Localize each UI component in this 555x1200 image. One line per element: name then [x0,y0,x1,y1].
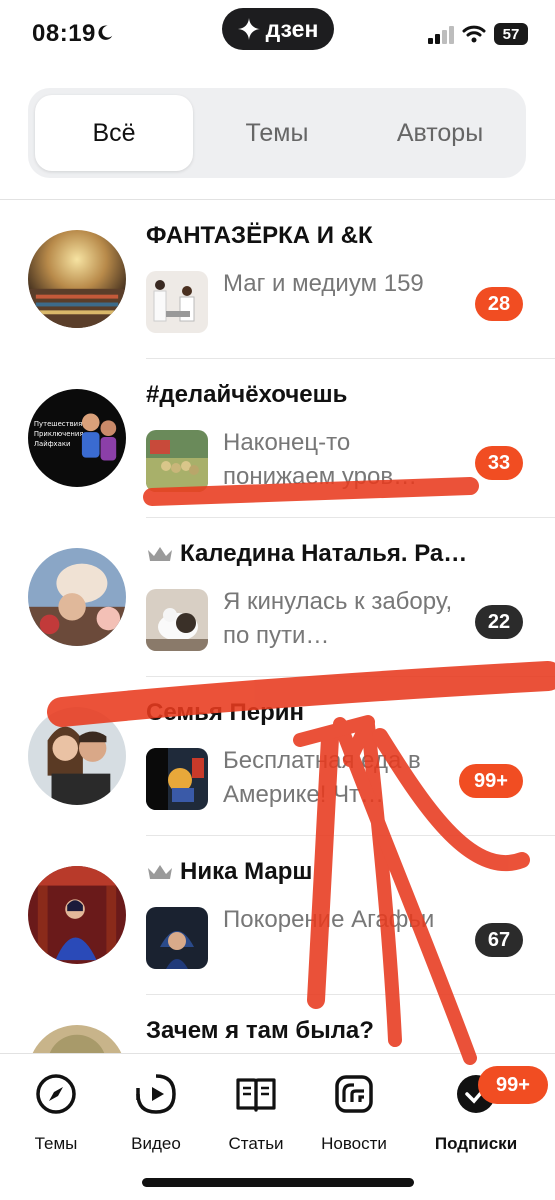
channel-avatar [28,866,126,964]
nav-topics[interactable]: Темы [1,1072,111,1153]
channel-name: #делайчёхочешь [146,381,348,408]
filter-tabs: Всё Темы Авторы [28,88,526,178]
unread-count-badge: 28 [475,287,523,321]
svg-text:Приключения: Приключения [34,430,84,438]
compass-icon [36,1074,76,1114]
crown-icon [148,547,172,561]
unread-count-badge: 33 [475,446,523,480]
subscription-row[interactable]: Зачем я там была? [0,995,555,1053]
home-indicator [142,1178,414,1187]
moon-icon [98,25,113,40]
unread-count-badge: 22 [475,605,523,639]
channel-name: Каледина Наталья. Ра… [146,540,516,568]
post-thumbnail [146,271,208,333]
channel-name: Ника Марш [146,858,516,886]
channel-avatar [28,1025,126,1053]
tab-all[interactable]: Всё [35,95,193,171]
unread-count-badge: 67 [475,923,523,957]
channel-avatar [28,548,126,646]
post-thumbnail [146,589,208,651]
nav-news[interactable]: Новости [299,1072,409,1153]
channel-avatar [28,230,126,328]
post-thumbnail [146,430,208,492]
post-title: Маг и медиум 159 [223,270,424,297]
channel-name: Зачем я там была? [146,1017,374,1044]
subscription-row[interactable]: Каледина Наталья. Ра… Я кинулась к забор… [0,518,555,677]
nav-video[interactable]: Видео [101,1072,211,1153]
svg-text:Лайфхаки: Лайфхаки [34,440,71,448]
book-icon [236,1078,276,1112]
post-thumbnail [146,907,208,969]
subscription-row[interactable]: ФАНТАЗЁРКА И &К Маг и медиум 159 28 [0,200,555,359]
dzen-brand-text: дзен [265,15,319,42]
crown-icon [148,865,172,879]
subscription-row[interactable]: Ника Марш Покорение Агафьи 67 [0,836,555,995]
play-icon [136,1074,176,1114]
post-title: Я кинулась к забору, по пути… [223,588,453,649]
news-icon [335,1075,373,1113]
post-title: Бесплатная еда в Америке! Чт… [223,747,421,808]
wifi-icon [462,25,486,43]
subscriptions-count-badge: 99+ [478,1066,548,1104]
subscription-row[interactable]: Семья Перин Бесплатная еда в Америке! Чт… [0,677,555,836]
channel-avatar [28,707,126,805]
tab-topics[interactable]: Темы [198,95,356,171]
dzen-logo[interactable]: дзен [222,8,334,50]
status-time: 08:19 [32,20,96,47]
channel-name: Семья Перин [146,699,305,726]
tab-authors[interactable]: Авторы [361,95,519,171]
subscriptions-list: ФАНТАЗЁРКА И &К Маг и медиум 159 28 Путе… [0,200,555,1053]
nav-articles[interactable]: Статьи [201,1072,311,1153]
post-title: Наконец-то понижаем уров… [223,429,418,490]
unread-count-badge: 99+ [459,764,523,798]
svg-text:Путешествия: Путешествия [34,420,82,428]
post-title: Покорение Агафьи [223,906,435,933]
dzen-star-icon [237,18,260,40]
signal-icon [428,26,454,44]
battery-icon: 57 [494,23,528,45]
post-thumbnail [146,748,208,810]
status-bar: 08:19 дзен 57 [0,0,555,70]
subscription-row[interactable]: Путешествия Приключения Лайфхаки #делайчёх… [0,359,555,518]
channel-avatar: Путешествия Приключения Лайфхаки [28,389,126,487]
channel-name: ФАНТАЗЁРКА И &К [146,222,373,249]
